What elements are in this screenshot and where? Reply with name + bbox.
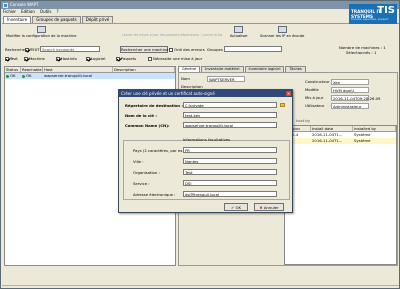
- reachable-cell: OK: [21, 73, 43, 79]
- menu-fichier[interactable]: Fichier: [3, 9, 16, 15]
- text-toggle[interactable]: TEXT: [25, 47, 40, 52]
- tab-inventaire[interactable]: Inventaire: [3, 16, 32, 23]
- menu-edition[interactable]: Edition: [21, 9, 35, 15]
- key-name-field[interactable]: test-key: [183, 112, 277, 118]
- errors-only-checkbox[interactable]: Ordi des erreurs: [169, 47, 205, 52]
- window-title: Console WAPT: [10, 2, 39, 7]
- col-host[interactable]: Host: [43, 67, 113, 72]
- selected-count-label: Sélectionnés : 1: [346, 50, 377, 55]
- menu-outils[interactable]: Outils: [40, 9, 52, 15]
- org-field[interactable]: Test: [183, 169, 277, 175]
- cancel-button[interactable]: ✖ Annuler: [254, 203, 284, 211]
- email-label: Adresse électronique :: [133, 192, 176, 197]
- filter-needs-upgrade[interactable]: Nécessite une mise à jour: [148, 56, 202, 61]
- filter-machine[interactable]: Machine: [24, 56, 45, 61]
- detail-hint: host by: [296, 118, 311, 123]
- app-window: Console WAPT Fichier Edition Outils ? In…: [0, 0, 400, 289]
- email-field[interactable]: dsi@tranquil.local: [183, 191, 277, 197]
- tab-groupes[interactable]: Groupes de paquets: [32, 16, 81, 23]
- service-label: Service :: [133, 181, 150, 186]
- folder-icon[interactable]: [280, 103, 285, 107]
- app-icon: [3, 2, 8, 8]
- filter-paquets[interactable]: Paquets: [116, 56, 136, 61]
- dest-field[interactable]: C:\private: [183, 102, 277, 108]
- key-name-label: Nom de la clé :: [125, 113, 157, 118]
- cn-label: Common Name (CN):: [125, 123, 170, 128]
- country-field[interactable]: FR: [183, 147, 277, 153]
- packages-grid: Version Install date Installed by 26.0-4…: [284, 125, 397, 265]
- tab-depot[interactable]: Dépôt privé: [81, 16, 114, 23]
- groups-label: Groupes: [207, 47, 223, 52]
- filter-text[interactable]: Text: [5, 56, 18, 61]
- status-cell: OK: [5, 73, 21, 79]
- check-icon: ✔: [231, 205, 235, 210]
- col-status[interactable]: Status: [5, 67, 21, 72]
- dialog-title: Créer une clé privée et un certificat au…: [119, 90, 292, 97]
- checkbox-icon: [148, 56, 152, 61]
- col-installed-by[interactable]: Installed by: [353, 126, 396, 131]
- host-cell: wapserver.tranquilit.local: [44, 73, 93, 78]
- ok-button[interactable]: ✔ OK: [224, 203, 248, 211]
- checkbox-icon: [56, 56, 60, 61]
- checkbox-icon: [169, 47, 173, 52]
- description-cell: [113, 73, 175, 79]
- refresh-label: Actualiser: [230, 34, 248, 38]
- filter-logiciel[interactable]: Logiciel: [86, 56, 105, 61]
- scan-label: Scanner les IP en écoute: [260, 34, 305, 38]
- modify-config-label: Modifier la configuration de la machine: [6, 34, 77, 38]
- table-row[interactable]: 2 2016-11-04T1... Système: [285, 138, 396, 144]
- scan-button[interactable]: Scanner les IP en écoute: [260, 26, 304, 38]
- checkbox-icon: [24, 56, 28, 61]
- refresh-button[interactable]: Actualiser: [230, 26, 248, 38]
- optional-info-title: Informations facultatives: [182, 137, 231, 142]
- create-key-dialog: Créer une clé privée et un certificat au…: [118, 89, 293, 213]
- org-label: Organisation :: [133, 170, 160, 175]
- dest-label: Répertoire de destination :: [125, 103, 183, 108]
- detail-nom: Nom WAPTSERVER: [181, 76, 245, 82]
- status-bar: [2, 285, 399, 289]
- table-row[interactable]: OK OK wapserver.tranquilit.local: [5, 73, 175, 79]
- cancel-icon: ✖: [259, 205, 263, 210]
- detail-modele: Modèle HVM domU: [305, 87, 369, 93]
- detail-constructeur: Constructeur Xen: [305, 79, 369, 85]
- detail-user: Utilisateur Administrateur: [305, 103, 369, 109]
- detail-maj: Mis à jour 2016-11-04T09:28:26.09: [305, 95, 381, 101]
- modify-config-button[interactable]: Modifier la configuration de la machine: [6, 26, 76, 38]
- config-icon: [36, 26, 46, 33]
- company-logo: TIS TRANQUIL IT SYSTEMS Conseil, experti…: [349, 4, 397, 24]
- col-reachable[interactable]: Reachable: [21, 67, 43, 72]
- checkbox-icon: [86, 56, 90, 61]
- checkbox-icon: [5, 56, 9, 61]
- title-bar: Console WAPT: [1, 1, 399, 9]
- search-machine-button[interactable]: Rechercher une machine: [120, 46, 168, 53]
- city-label: Ville :: [133, 159, 144, 164]
- greyed-toolbar-label: Lancer les mises à jour des paquets dépe…: [122, 33, 222, 37]
- main-tabs: Inventaire Groupes de paquets Dépôt priv…: [3, 16, 114, 23]
- search-input[interactable]: Search keywords: [40, 46, 100, 52]
- col-install-date[interactable]: Install date: [311, 126, 353, 131]
- menu-bar: Fichier Edition Outils ?: [1, 9, 399, 15]
- ok-status-icon: [6, 74, 9, 78]
- col-description[interactable]: Description: [113, 67, 175, 72]
- checkbox-icon: [25, 47, 29, 52]
- close-icon[interactable]: ×: [286, 91, 291, 96]
- cn-field[interactable]: wapserver.tranquilit.local: [183, 122, 277, 128]
- refresh-icon: [234, 26, 244, 33]
- search-label: Rechercher: [5, 47, 27, 52]
- service-field[interactable]: DSI: [183, 180, 277, 186]
- city-field[interactable]: Nantes: [183, 158, 277, 164]
- menu-help[interactable]: ?: [56, 9, 58, 15]
- filter-hostinfo[interactable]: Hostinfo: [56, 56, 77, 61]
- ok-reachable-icon: [22, 74, 25, 78]
- logo-subtitle: Conseil, expertise, support: [351, 17, 389, 21]
- scan-icon: [277, 26, 287, 33]
- checkbox-icon: [116, 56, 120, 61]
- groups-select[interactable]: [224, 46, 282, 52]
